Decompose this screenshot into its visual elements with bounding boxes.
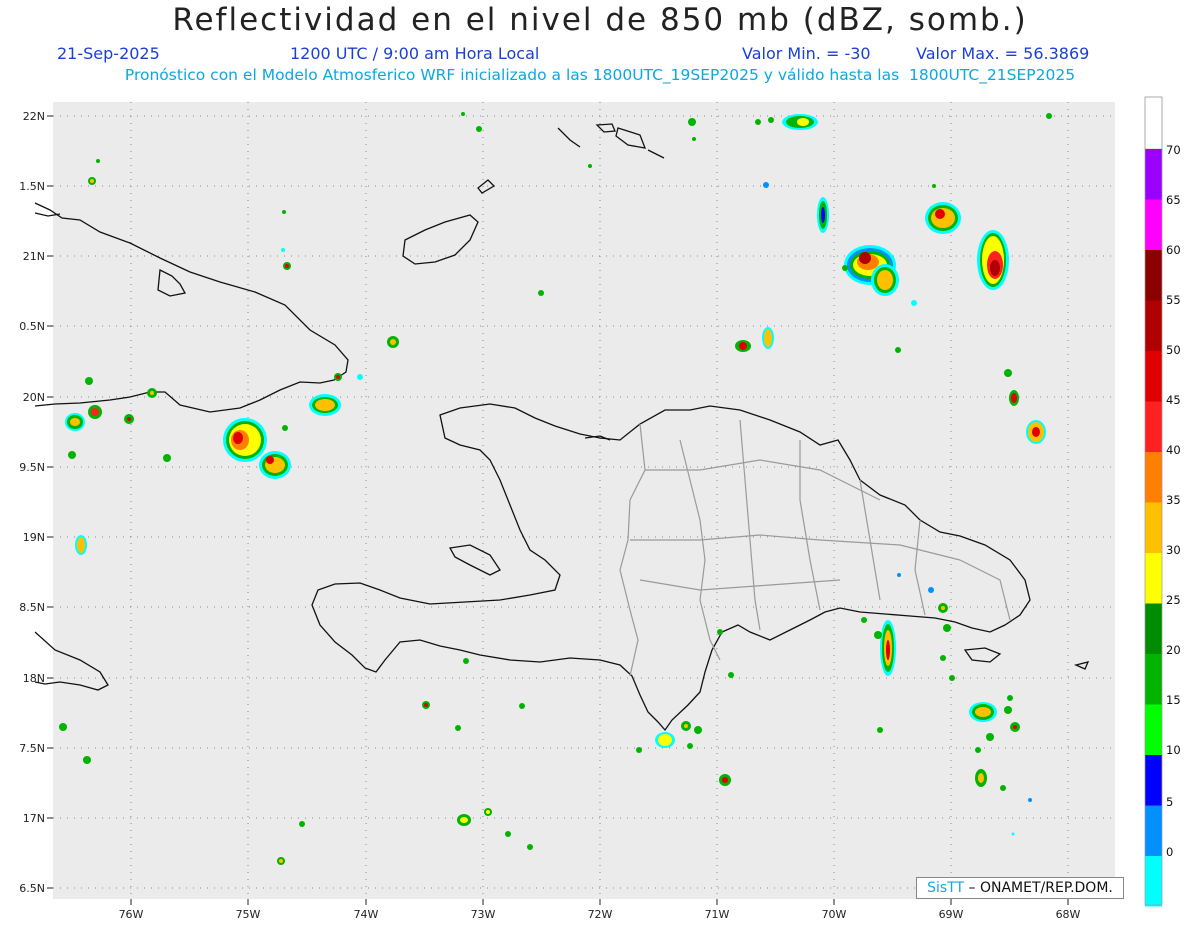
storm-cell xyxy=(655,732,675,748)
storm-cell xyxy=(1009,390,1019,406)
colorbar-segment xyxy=(1144,96,1163,150)
lat-label: 20N xyxy=(23,391,45,404)
colorbar-segment xyxy=(1145,755,1162,806)
colorbar-segment xyxy=(1145,452,1162,503)
colorbar-segment xyxy=(1145,553,1162,604)
lat-label: 1.5N xyxy=(19,180,45,193)
colorbar-label: 65 xyxy=(1166,193,1181,207)
lat-label: 9.5N xyxy=(19,461,45,474)
storm-cell xyxy=(817,197,829,233)
reflectivity-map: 22N 1.5N 21N 0.5N 20N 9.5N 19N 8.5N 18N … xyxy=(19,96,1163,921)
lon-label: 69W xyxy=(939,908,964,921)
colorbar-label: 20 xyxy=(1166,643,1181,657)
colorbar-label: 25 xyxy=(1166,593,1181,607)
storm-cell xyxy=(880,620,896,676)
lon-label: 70W xyxy=(822,908,847,921)
colorbar-label: 70 xyxy=(1166,143,1181,157)
lat-label: 19N xyxy=(23,531,45,544)
colorbar-segment xyxy=(1145,805,1162,856)
storm-cell xyxy=(457,814,471,826)
lon-label: 71W xyxy=(705,908,730,921)
colorbar-segment xyxy=(1145,199,1162,250)
longitude-labels: 76W 75W 74W 73W 72W 71W 70W 69W 68W xyxy=(119,908,1081,921)
lat-label: 0.5N xyxy=(19,320,45,333)
storm-cell xyxy=(871,264,899,296)
credit-org: – ONAMET/REP.DOM. xyxy=(968,880,1113,896)
colorbar-label: 30 xyxy=(1166,543,1181,557)
colorbar-label: 40 xyxy=(1166,443,1181,457)
storm-cell xyxy=(762,327,774,349)
colorbar-label: 60 xyxy=(1166,243,1181,257)
colorbar-segment xyxy=(1145,502,1162,553)
storm-cell xyxy=(387,336,399,348)
lat-label: 17N xyxy=(23,812,45,825)
sistt-logo: SisTT xyxy=(927,880,965,896)
lat-label: 8.5N xyxy=(19,601,45,614)
storm-cell xyxy=(719,774,731,786)
storm-cell xyxy=(223,418,267,462)
colorbar-label: 35 xyxy=(1166,493,1181,507)
colorbar-label: 10 xyxy=(1166,743,1181,757)
storm-cell xyxy=(735,340,751,352)
latitude-labels: 22N 1.5N 21N 0.5N 20N 9.5N 19N 8.5N 18N … xyxy=(19,110,45,895)
lat-label: 6.5N xyxy=(19,882,45,895)
colorbar-segment xyxy=(1145,856,1162,907)
lat-label: 7.5N xyxy=(19,742,45,755)
storm-cell xyxy=(975,769,987,787)
colorbar-label: 50 xyxy=(1166,343,1181,357)
credit-box: SisTT – ONAMET/REP.DOM. xyxy=(916,877,1124,899)
storm-cell xyxy=(782,114,818,130)
lon-label: 73W xyxy=(471,908,496,921)
lat-label: 22N xyxy=(23,110,45,123)
colorbar-segment xyxy=(1145,704,1162,755)
storm-cell xyxy=(75,535,87,555)
lon-label: 76W xyxy=(119,908,144,921)
lon-label: 74W xyxy=(354,908,379,921)
colorbar-label: 15 xyxy=(1166,693,1181,707)
storm-cell xyxy=(65,413,85,431)
colorbar-segment xyxy=(1145,603,1162,654)
colorbar-segment xyxy=(1145,250,1162,301)
lon-label: 75W xyxy=(236,908,261,921)
storm-cell xyxy=(259,451,291,479)
storm-cell xyxy=(925,202,961,234)
storm-cell xyxy=(977,230,1009,290)
colorbar-label: 45 xyxy=(1166,393,1181,407)
colorbar-label: 0 xyxy=(1166,845,1174,859)
colorbar-segment xyxy=(1145,300,1162,351)
colorbar xyxy=(1144,96,1163,907)
colorbar-segment xyxy=(1145,149,1162,200)
colorbar-segment xyxy=(1145,351,1162,402)
lat-label: 21N xyxy=(23,250,45,263)
colorbar-label: 5 xyxy=(1166,795,1174,809)
storm-cell xyxy=(88,405,102,419)
colorbar-label: 55 xyxy=(1166,293,1181,307)
colorbar-segment xyxy=(1145,401,1162,452)
lon-label: 72W xyxy=(588,908,613,921)
colorbar-segment xyxy=(1145,654,1162,705)
lon-label: 68W xyxy=(1056,908,1081,921)
storm-cell xyxy=(969,702,997,722)
storm-cell xyxy=(309,394,341,416)
storm-cell xyxy=(1026,420,1046,444)
